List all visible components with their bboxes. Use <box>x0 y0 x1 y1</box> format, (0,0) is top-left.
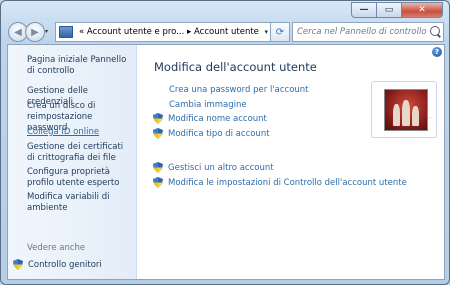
task-label[interactable]: Modifica nome account <box>168 114 267 124</box>
task-label[interactable]: Modifica tipo di account <box>168 129 270 139</box>
shield-icon <box>153 113 163 124</box>
search-input[interactable]: Cerca nel Pannello di controllo <box>297 27 427 37</box>
picture-caption: . <box>429 112 432 120</box>
minimize-button[interactable]: — <box>351 2 377 18</box>
maximize-button[interactable]: ▭ <box>376 2 402 18</box>
address-breadcrumb[interactable]: « Account utente e pro... ▸ Account uten… <box>79 27 259 37</box>
search-box[interactable]: Cerca nel Pannello di controllo <box>292 22 444 42</box>
user-picture <box>384 89 428 131</box>
sidebar-item-parental-controls[interactable]: Controllo genitori <box>13 259 102 270</box>
task-change-account-type[interactable]: Modifica tipo di account <box>153 128 270 139</box>
close-button[interactable]: ✕ <box>401 2 443 18</box>
see-also-heading: Vedere anche <box>27 243 86 253</box>
chess-piece <box>393 104 400 126</box>
task-manage-another-account[interactable]: Gestisci un altro account <box>153 162 274 173</box>
sidebar-item-advanced-profile-properties[interactable]: Configura proprietà profilo utente esper… <box>27 167 133 189</box>
parental-controls-label: Controllo genitori <box>28 259 102 270</box>
shield-icon <box>13 259 23 270</box>
task-label[interactable]: Crea una password per l'account <box>169 85 309 95</box>
address-dropdown-icon[interactable]: ▾ <box>264 28 268 36</box>
chess-piece <box>412 106 419 126</box>
control-panel-icon <box>59 26 73 38</box>
recent-pages-dropdown-icon[interactable]: ▾ <box>45 28 48 35</box>
navigation-bar: ◀ ▶ ▾ « Account utente e pro... ▸ Accoun… <box>7 21 444 43</box>
chess-piece <box>402 100 410 126</box>
shield-icon <box>153 177 163 188</box>
task-label[interactable]: Modifica le impostazioni di Controllo de… <box>168 178 407 188</box>
refresh-button[interactable]: ⟳ <box>270 22 290 42</box>
task-change-picture[interactable]: Cambia immagine <box>169 100 247 110</box>
task-label[interactable]: Gestisci un altro account <box>168 163 274 173</box>
caption-buttons: — ▭ ✕ <box>351 2 443 18</box>
sidebar-item-file-encryption-certificates[interactable]: Gestione dei certificati di crittografia… <box>27 142 133 164</box>
help-icon[interactable]: ? <box>432 47 442 57</box>
task-create-password[interactable]: Crea una password per l'account <box>169 85 309 95</box>
task-uac-settings[interactable]: Modifica le impostazioni di Controllo de… <box>153 177 407 188</box>
sidebar-item-link-online-id[interactable]: Collega ID online <box>27 127 133 138</box>
search-icon[interactable] <box>430 26 440 36</box>
task-sidebar: Pagina iniziale Pannello di controllo Ge… <box>8 45 137 279</box>
task-change-account-name[interactable]: Modifica nome account <box>153 113 267 124</box>
page-title: Modifica dell'account utente <box>154 60 317 74</box>
forward-button[interactable]: ▶ <box>25 22 45 42</box>
user-picture-frame: . <box>371 81 437 138</box>
shield-icon <box>153 128 163 139</box>
task-label[interactable]: Cambia immagine <box>169 100 247 110</box>
control-panel-window: — ▭ ✕ ◀ ▶ ▾ « Account utente e pro... ▸ … <box>0 0 450 285</box>
address-bar[interactable]: « Account utente e pro... ▸ Account uten… <box>55 22 272 42</box>
content-pane: Pagina iniziale Pannello di controllo Ge… <box>7 44 445 280</box>
shield-icon <box>153 162 163 173</box>
sidebar-item-control-panel-home[interactable]: Pagina iniziale Pannello di controllo <box>27 55 133 77</box>
sidebar-item-environment-variables[interactable]: Modifica variabili di ambiente <box>27 192 133 214</box>
